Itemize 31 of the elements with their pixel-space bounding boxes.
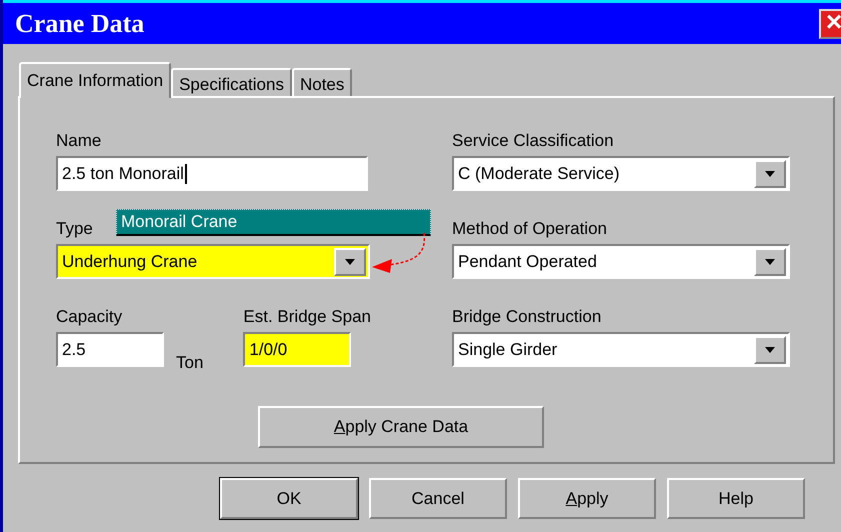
input-field[interactable]: 2.5 ton Monorail [56, 156, 368, 191]
field-label: Service Classification [452, 130, 614, 152]
field-label: Bridge Construction [452, 306, 602, 328]
pointer-arrow [372, 232, 426, 273]
caret-icon[interactable] [345, 258, 355, 264]
tab[interactable]: Specifications [171, 68, 292, 98]
apply-crane-data-button[interactable]: Apply Crane Data [258, 406, 544, 448]
dropdown-field[interactable]: C (Moderate Service) [452, 156, 790, 191]
dialog-button[interactable]: Help [667, 478, 805, 519]
tab[interactable]: Notes [292, 68, 352, 98]
dropdown-field[interactable]: Underhung Crane [56, 244, 370, 279]
input-field[interactable]: 1/0/0 [243, 332, 352, 367]
dialog-button[interactable]: Cancel [369, 478, 507, 519]
caret-icon[interactable] [765, 258, 775, 264]
window-title: Crane Data [15, 8, 144, 40]
field-label: Name [56, 130, 102, 152]
input-field[interactable]: 2.5 [56, 332, 164, 367]
field-label: Method of Operation [452, 218, 607, 240]
caret-icon[interactable] [765, 346, 775, 352]
unit-label: Ton [176, 352, 204, 374]
dropdown-field[interactable]: Single Girder [452, 332, 790, 367]
field-label: Capacity [56, 306, 122, 328]
close-button[interactable]: × [819, 8, 841, 38]
dropdown-field[interactable]: Pendant Operated [452, 244, 790, 279]
field-label: Type [56, 218, 93, 240]
tooltip: Monorail Crane [116, 209, 431, 236]
dialog-button[interactable]: OK [220, 478, 358, 519]
field-label: Est. Bridge Span [243, 306, 371, 328]
dialog-button[interactable]: Apply [518, 478, 656, 519]
caret-icon[interactable] [765, 170, 775, 176]
tab[interactable]: Crane Information [19, 62, 172, 98]
